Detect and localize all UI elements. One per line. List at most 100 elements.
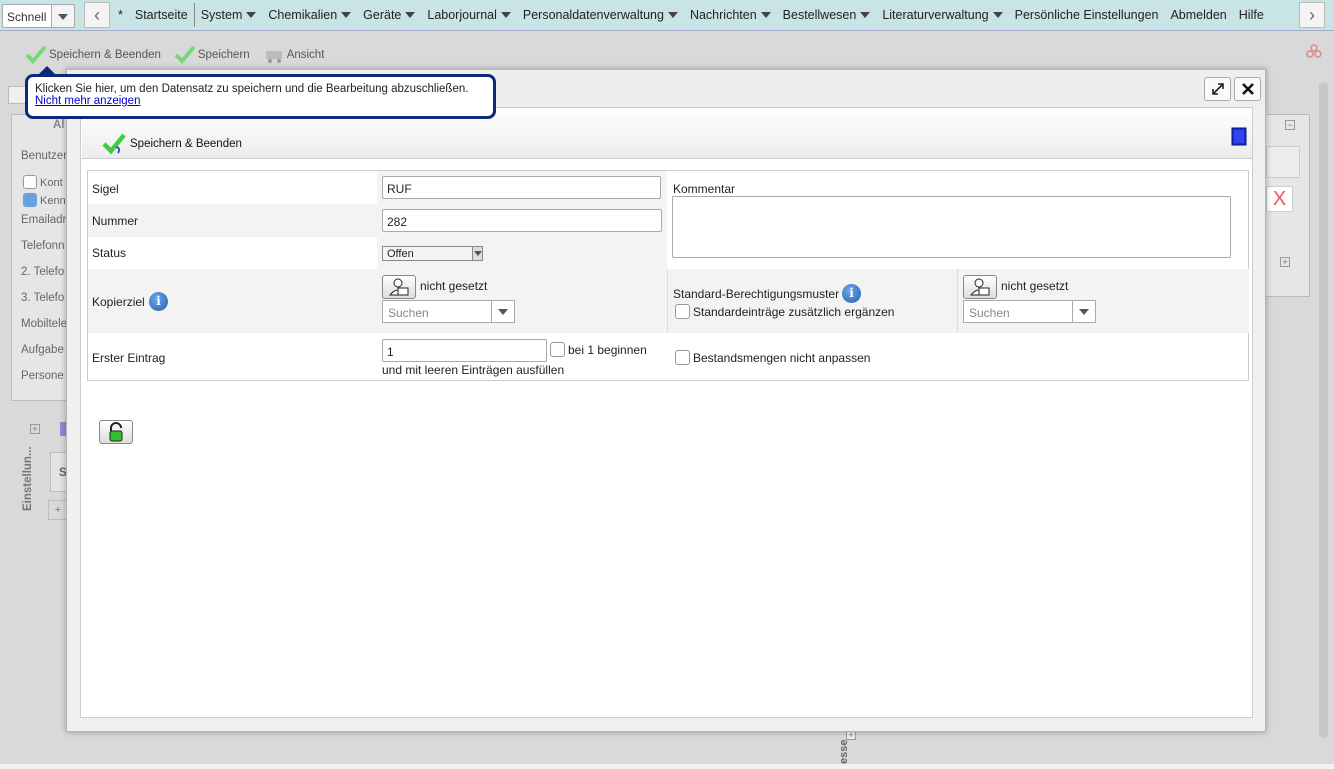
std-eintraege-label: Standardeinträge zusätzlich ergänzen [693, 305, 895, 319]
maximize-button[interactable] [1204, 77, 1231, 101]
erster-eintrag-label: Erster Eintrag [92, 351, 166, 365]
background-section-label: Al [53, 119, 65, 131]
user-select-icon [969, 278, 990, 296]
menu-item[interactable]: Chemikalien [262, 0, 357, 30]
dialog-save-close-button[interactable]: Speichern & Beenden [102, 133, 242, 155]
divider [957, 269, 958, 333]
menu-item[interactable]: Abmelden [1164, 0, 1232, 30]
background-vertical-label: esse [838, 739, 850, 764]
menu-item-label: Geräte [363, 8, 402, 22]
menu-item[interactable]: Personaldatenverwaltung [517, 0, 684, 30]
std-berechtigung-search[interactable]: Suchen [963, 300, 1096, 323]
bei1-label: bei 1 beginnen [568, 343, 647, 357]
menu-item[interactable]: Geräte [357, 0, 421, 30]
background-row: Emailadr [21, 214, 67, 226]
background-row: 3. Telefo [21, 292, 65, 304]
tooltip-text: Klicken Sie hier, um den Datensatz zu sp… [35, 83, 469, 95]
menu-item[interactable]: Bestellwesen [777, 0, 877, 30]
bei1-checkbox[interactable] [550, 342, 565, 357]
check-icon [102, 133, 126, 155]
background-row: Kenn [40, 195, 66, 207]
status-select[interactable]: Offen [382, 246, 483, 261]
erster-eintrag-input[interactable]: 1 [382, 339, 547, 362]
background-row: Persone [21, 370, 64, 382]
background-row: Kont [40, 177, 63, 189]
std-berechtigung-search-placeholder: Suchen [969, 306, 1010, 320]
status-select-value: Offen [387, 248, 414, 260]
kommentar-label: Kommentar [673, 182, 736, 196]
chevron-down-icon [992, 12, 1003, 18]
help-tooltip: Klicken Sie hier, um den Datensatz zu sp… [25, 66, 496, 119]
check-icon [174, 46, 195, 64]
kopierziel-user-button[interactable] [382, 275, 416, 299]
chevron-down-icon[interactable] [51, 5, 74, 27]
std-eintraege-checkbox[interactable] [675, 304, 690, 319]
expand-arrows-icon [1211, 83, 1224, 95]
top-menu-bar: Schnell ‹ * Startseite System Chemikalien Ge… [0, 0, 1334, 31]
menu-item[interactable]: Literaturverwaltung [876, 0, 1008, 30]
menu-item[interactable]: Laborjournal [421, 0, 517, 30]
background-row: Aufgabe [21, 344, 64, 356]
menu-item[interactable]: Persönliche Einstellungen [1009, 0, 1165, 30]
menu-item-label: Persönliche Einstellungen [1014, 8, 1159, 22]
structure-icon[interactable] [1306, 44, 1322, 58]
bestand-label: Bestandsmengen nicht anpassen [693, 351, 871, 365]
kopierziel-value: nicht gesetzt [420, 279, 488, 293]
menu-item-label: Laborjournal [427, 8, 497, 22]
chevron-down-icon[interactable] [1072, 301, 1095, 322]
info-icon[interactable]: i [149, 292, 168, 311]
book-icon[interactable] [1230, 127, 1248, 147]
page-scrollbar[interactable] [1319, 82, 1328, 738]
kopierziel-search-placeholder: Suchen [388, 306, 429, 320]
menu-item-label: Hilfe [1238, 8, 1264, 22]
background-right-header [1266, 146, 1300, 178]
menu-item-label: Nachrichten [689, 8, 757, 22]
info-icon[interactable]: i [842, 284, 861, 303]
menu-item-label: Personaldatenverwaltung [522, 8, 664, 22]
chevron-down-icon [246, 12, 257, 18]
menu-item[interactable]: System [193, 3, 263, 27]
record-form: Sigel RUF Nummer 282 Status Offen Kommen… [87, 170, 1249, 381]
kommentar-textarea[interactable] [672, 196, 1231, 258]
delete-icon[interactable]: X [1266, 186, 1293, 212]
kopierziel-search[interactable]: Suchen [382, 300, 515, 323]
chevron-down-icon [472, 247, 482, 260]
collapse-icon[interactable]: − [1285, 120, 1295, 130]
kopierziel-label: Kopierziel [92, 295, 145, 309]
nummer-input[interactable]: 282 [382, 209, 662, 232]
dialog-body: Speichern & Beenden Sigel RUF Nummer 282… [80, 107, 1253, 718]
nummer-label: Nummer [92, 214, 139, 228]
menu-item[interactable]: Nachrichten [684, 0, 777, 30]
save-close-toolbar-button[interactable]: Speichern & Beenden [26, 46, 161, 64]
save-toolbar-button[interactable]: Speichern [174, 46, 250, 64]
quick-select-value: Schnell [7, 10, 47, 24]
scroll-right-button[interactable]: › [1299, 2, 1325, 28]
scroll-left-button[interactable]: ‹ [84, 2, 110, 28]
lock-button[interactable] [99, 420, 133, 444]
save-close-label: Speichern & Beenden [49, 49, 161, 61]
sigel-input[interactable]: RUF [382, 176, 661, 199]
quick-select[interactable]: Schnell [2, 4, 75, 28]
menu-item-label: Abmelden [1170, 8, 1227, 22]
view-toolbar-button[interactable]: Ansicht [264, 47, 324, 63]
background-row: 2. Telefo [21, 266, 65, 278]
check-icon [26, 46, 46, 64]
menu-item-label: * [118, 8, 123, 22]
expand-icon[interactable]: + [1280, 257, 1290, 267]
add-button[interactable]: + [48, 500, 68, 520]
status-label: Status [92, 246, 127, 260]
lock-icon [109, 422, 123, 442]
menu-item-label: System [200, 8, 243, 22]
close-button[interactable] [1234, 77, 1261, 101]
main-menu: * Startseite System Chemikalien Geräte Laborj… [112, 0, 1270, 30]
dont-show-again-link[interactable]: Nicht mehr anzeigen [35, 95, 140, 107]
bestand-checkbox[interactable] [675, 350, 690, 365]
menu-item[interactable]: * [112, 0, 129, 30]
menu-item[interactable]: Hilfe [1233, 0, 1270, 30]
std-berechtigung-user-button[interactable] [963, 275, 997, 299]
chevron-down-icon [760, 12, 771, 18]
expand-icon[interactable]: + [30, 424, 40, 434]
menu-item[interactable]: Startseite [129, 0, 194, 30]
chevron-down-icon[interactable] [491, 301, 514, 322]
chevron-down-icon [860, 12, 871, 18]
